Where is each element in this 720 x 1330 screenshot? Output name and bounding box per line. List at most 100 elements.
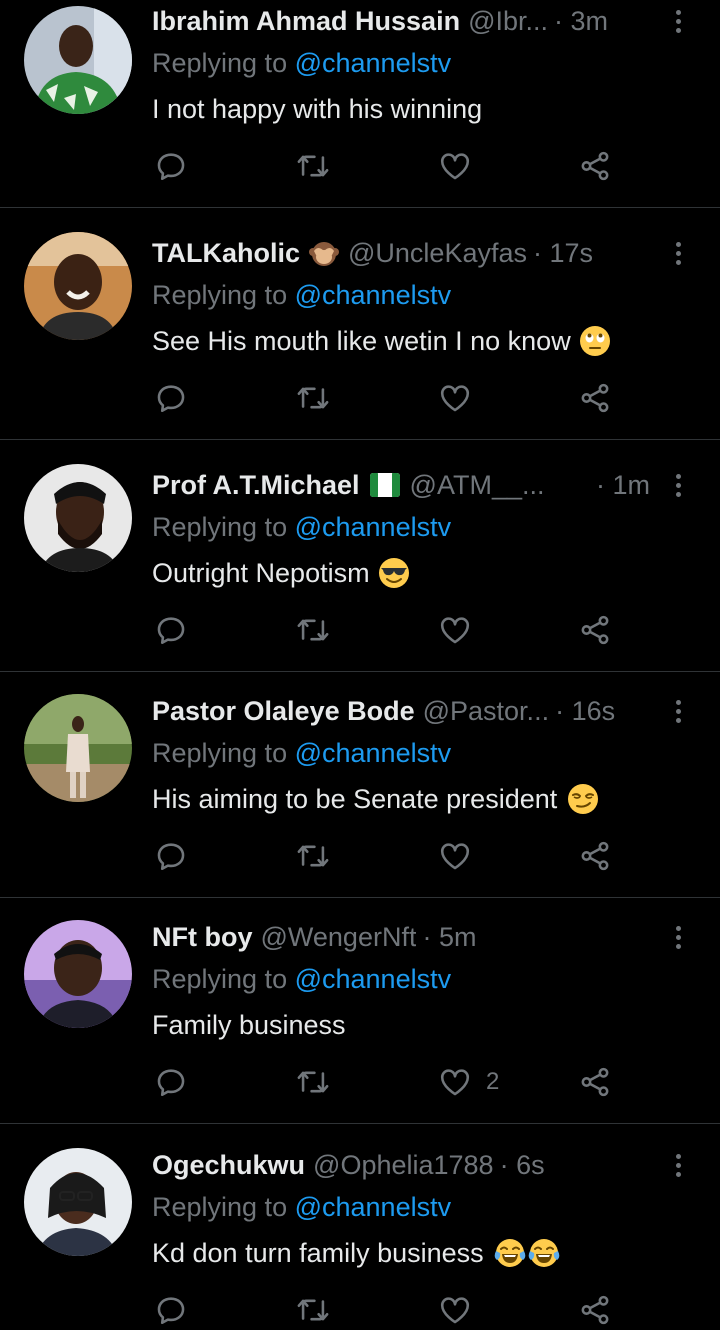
timestamp[interactable]: · 6s: [500, 1148, 545, 1182]
like-button[interactable]: [438, 146, 472, 186]
share-button[interactable]: [578, 1062, 612, 1102]
reply-icon: [157, 1069, 185, 1097]
tweet[interactable]: NFt boy @WengerNft · 5m Replying to @cha…: [0, 898, 720, 1124]
share-button[interactable]: [578, 836, 612, 876]
like-button[interactable]: [438, 378, 472, 418]
reply-icon: [157, 153, 185, 181]
timestamp[interactable]: · 17s: [533, 236, 593, 270]
tweet-text: Family business: [152, 1008, 346, 1042]
like-button[interactable]: 2: [438, 1062, 499, 1102]
user-handle[interactable]: @ATM__...: [410, 468, 545, 502]
reply-icon: [157, 617, 185, 645]
share-button[interactable]: [578, 1290, 612, 1330]
tweet-body: Family business: [152, 1010, 346, 1040]
replying-to-mention[interactable]: @channelstv: [295, 1192, 452, 1222]
user-handle[interactable]: @Ibr...: [468, 4, 548, 38]
timestamp[interactable]: · 1m: [596, 468, 650, 502]
face-with-tears-of-joy-icon: [494, 1239, 525, 1267]
tweet-header: Pastor Olaleye Bode @Pastor... · 16s: [152, 694, 650, 728]
retweet-button[interactable]: [296, 836, 330, 876]
retweet-button[interactable]: [296, 146, 330, 186]
retweet-button[interactable]: [296, 1290, 330, 1330]
tweet-actions: [152, 610, 632, 650]
share-button[interactable]: [578, 378, 612, 418]
share-icon: [581, 1067, 609, 1097]
share-icon: [581, 383, 609, 413]
retweet-button[interactable]: [296, 1062, 330, 1102]
avatar[interactable]: [24, 920, 132, 1028]
timestamp[interactable]: · 5m: [422, 920, 476, 954]
avatar[interactable]: [24, 6, 132, 114]
reply-button[interactable]: [154, 836, 188, 876]
smirking-face-icon: [568, 784, 599, 814]
heart-icon: [440, 1069, 470, 1096]
like-count: 2: [486, 1068, 500, 1095]
more-options-icon[interactable]: [666, 694, 690, 728]
avatar[interactable]: [24, 232, 132, 340]
avatar[interactable]: [24, 694, 132, 802]
reply-icon: [157, 1297, 185, 1325]
display-name[interactable]: Ibrahim Ahmad Hussain: [152, 4, 460, 38]
like-button[interactable]: [438, 836, 472, 876]
user-handle[interactable]: @UncleKayfas: [348, 236, 527, 270]
avatar[interactable]: [24, 1148, 132, 1256]
retweet-button[interactable]: [296, 378, 330, 418]
tweet-header: NFt boy @WengerNft · 5m: [152, 920, 650, 954]
replying-to-line: Replying to @channelstv: [152, 46, 451, 80]
user-handle[interactable]: @Ophelia1788: [313, 1148, 494, 1182]
more-options-icon[interactable]: [666, 468, 690, 502]
smiling-face-with-sunglasses-icon: [378, 558, 409, 588]
timestamp[interactable]: · 3m: [554, 4, 608, 38]
reply-button[interactable]: [154, 378, 188, 418]
tweet-text: See His mouth like wetin I no know: [152, 324, 611, 358]
more-options-icon[interactable]: [666, 236, 690, 270]
avatar[interactable]: [24, 464, 132, 572]
share-button[interactable]: [578, 610, 612, 650]
heart-icon: [440, 843, 470, 870]
user-handle[interactable]: @Pastor...: [423, 694, 549, 728]
replying-to-mention[interactable]: @channelstv: [295, 48, 452, 78]
reply-button[interactable]: [154, 146, 188, 186]
tweet[interactable]: TALKaholic @UncleKayfas · 17s Replying t…: [0, 208, 720, 440]
tweet-body: I not happy with his winning: [152, 94, 483, 124]
replying-to-line: Replying to @channelstv: [152, 736, 451, 770]
reply-button[interactable]: [154, 610, 188, 650]
display-name[interactable]: NFt boy: [152, 920, 253, 954]
reply-icon: [157, 385, 185, 413]
share-icon: [581, 841, 609, 871]
display-name[interactable]: Pastor Olaleye Bode: [152, 694, 415, 728]
retweet-icon: [297, 619, 329, 641]
tweet-actions: [152, 146, 632, 186]
tweet[interactable]: Prof A.T.Michael @ATM__... · 1m Replying…: [0, 440, 720, 672]
share-button[interactable]: [578, 146, 612, 186]
like-button[interactable]: [438, 610, 472, 650]
tweet-body: Outright Nepotism: [152, 558, 370, 588]
tweet[interactable]: Ogechukwu @Ophelia1788 · 6s Replying to …: [0, 1124, 720, 1330]
retweet-button[interactable]: [296, 610, 330, 650]
replying-to-mention[interactable]: @channelstv: [295, 512, 452, 542]
retweet-icon: [297, 1299, 329, 1321]
display-name[interactable]: TALKaholic: [152, 236, 300, 270]
more-options-icon[interactable]: [666, 1148, 690, 1182]
tweet[interactable]: Pastor Olaleye Bode @Pastor... · 16s Rep…: [0, 672, 720, 898]
display-name[interactable]: Ogechukwu: [152, 1148, 305, 1182]
replying-to-mention[interactable]: @channelstv: [295, 738, 452, 768]
heart-icon: [440, 153, 470, 180]
reply-button[interactable]: [154, 1062, 188, 1102]
more-options-icon[interactable]: [666, 920, 690, 954]
more-options-icon[interactable]: [666, 4, 690, 38]
replying-to-mention[interactable]: @channelstv: [295, 280, 452, 310]
replying-to-line: Replying to @channelstv: [152, 510, 451, 544]
user-handle[interactable]: @WengerNft: [261, 920, 417, 954]
see-no-evil-monkey-icon: [309, 242, 339, 266]
timestamp[interactable]: · 16s: [555, 694, 615, 728]
display-name[interactable]: Prof A.T.Michael: [152, 468, 360, 502]
tweet-actions: 2: [152, 1062, 632, 1102]
replying-to-line: Replying to @channelstv: [152, 278, 451, 312]
share-icon: [581, 151, 609, 181]
replying-to-mention[interactable]: @channelstv: [295, 964, 452, 994]
tweet-text: Kd don turn family business: [152, 1236, 560, 1270]
like-button[interactable]: [438, 1290, 472, 1330]
tweet[interactable]: Ibrahim Ahmad Hussain @Ibr... · 3m Reply…: [0, 0, 720, 208]
reply-button[interactable]: [154, 1290, 188, 1330]
